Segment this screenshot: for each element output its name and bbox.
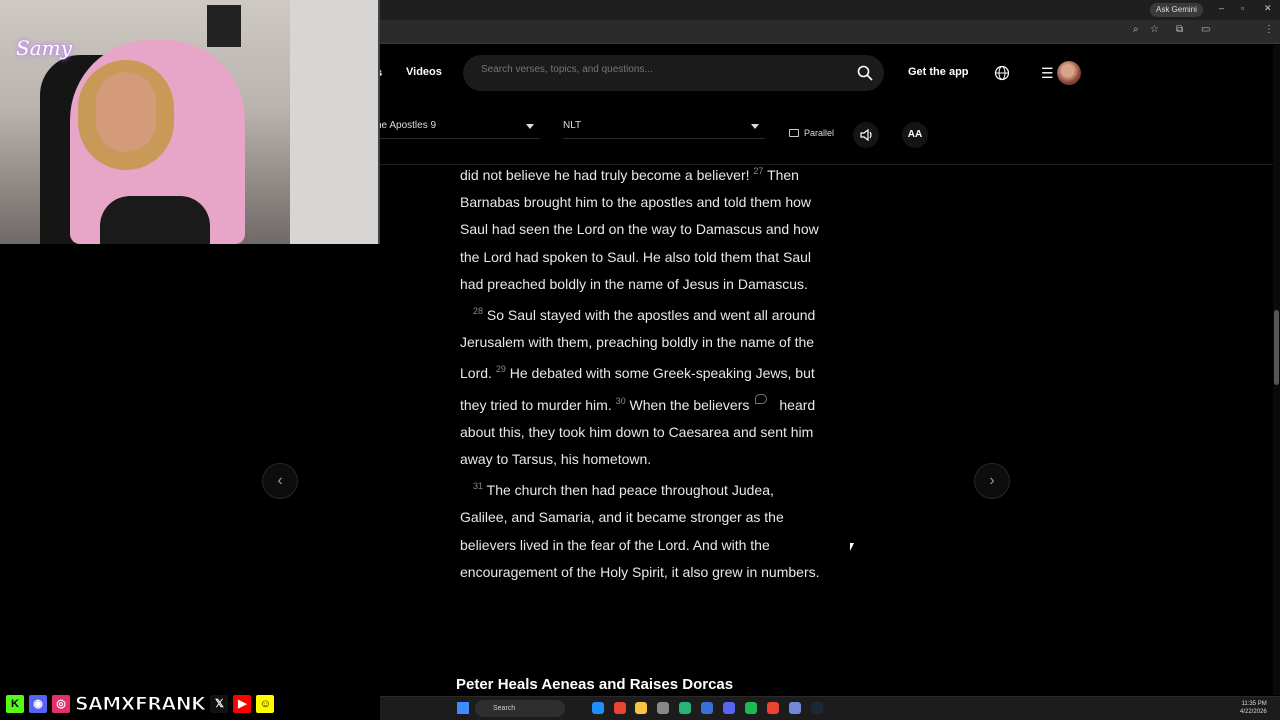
- taskbar-clock[interactable]: 11:35 PM 4/22/2026: [1240, 700, 1267, 716]
- discord-taskbar-icon[interactable]: [723, 702, 735, 714]
- discord-icon: ◉: [27, 693, 49, 715]
- speaker-icon: [860, 128, 872, 142]
- steam-icon[interactable]: [811, 702, 823, 714]
- verse-text: did not believe he had truly become a be…: [460, 167, 750, 183]
- extensions-icon[interactable]: ⧉: [1176, 24, 1183, 35]
- chrome-icon[interactable]: [614, 702, 626, 714]
- browser-menu-icon[interactable]: ⋮: [1264, 24, 1274, 35]
- zoom-icon[interactable]: ⌕: [1133, 24, 1139, 35]
- webcam-wall-frame: [207, 5, 241, 47]
- webcam-border: [378, 0, 380, 244]
- taskbar-search[interactable]: Search: [475, 700, 565, 717]
- verse-number-31[interactable]: 31: [473, 481, 483, 491]
- webcam-overlay: Samy: [0, 0, 380, 244]
- section-heading: Peter Heals Aeneas and Raises Dorcas: [456, 676, 734, 693]
- kick-icon: K: [4, 693, 26, 715]
- sidepanel-icon[interactable]: ▭: [1201, 24, 1210, 35]
- store-icon[interactable]: [657, 702, 669, 714]
- edge-icon[interactable]: [592, 702, 604, 714]
- paragraph-3: 31 The church then had peace throughout …: [460, 473, 820, 586]
- bible-reader: did not believe he had truly become a be…: [460, 158, 820, 586]
- hamburger-menu-icon[interactable]: ☰: [1041, 66, 1054, 80]
- windows-start-icon[interactable]: [457, 702, 469, 714]
- bookmark-star-icon[interactable]: ☆: [1150, 24, 1159, 35]
- app-icon[interactable]: [679, 702, 691, 714]
- version-label: NLT: [563, 120, 582, 131]
- streamer-logo: Samy: [16, 36, 72, 60]
- version-dropdown[interactable]: NLT: [563, 115, 765, 139]
- search-input[interactable]: [481, 64, 841, 75]
- chevron-down-icon: [526, 124, 534, 129]
- previous-chapter-button[interactable]: ‹: [262, 463, 298, 499]
- book-chapter-dropdown[interactable]: he Apostles 9: [376, 115, 540, 139]
- webcam-legs: [100, 196, 210, 244]
- parallel-label: Parallel: [804, 128, 835, 138]
- app-icon[interactable]: [701, 702, 713, 714]
- globe-icon[interactable]: [994, 65, 1010, 81]
- verse-text: Then Barnabas brought him to the apostle…: [460, 167, 819, 292]
- spotify-icon[interactable]: [745, 702, 757, 714]
- user-avatar[interactable]: [1057, 61, 1081, 85]
- maximize-button[interactable]: ▫: [1241, 3, 1244, 13]
- verse-number-28[interactable]: 28: [473, 306, 483, 316]
- nav-link-videos[interactable]: Videos: [406, 66, 442, 78]
- social-handle-bar: K ◉ ◎ SAMXFRANK 𝕏 ▶ ☺: [4, 691, 277, 717]
- chevron-down-icon: [751, 124, 759, 129]
- verse-number-30[interactable]: 30: [616, 396, 626, 406]
- clock-date: 4/22/2026: [1240, 709, 1267, 715]
- next-chapter-button[interactable]: ›: [974, 463, 1010, 499]
- windows-taskbar: Search 11:35 PM 4/22/2026: [380, 696, 1280, 720]
- mouse-cursor-icon: [850, 543, 854, 551]
- x-icon: 𝕏: [208, 693, 231, 715]
- webcam-face: [96, 72, 156, 152]
- verse-text: The church then had peace throughout Jud…: [460, 482, 820, 580]
- webcam-door: [290, 0, 380, 244]
- streamer-handle: SAMXFRANK: [74, 693, 206, 716]
- app-icon[interactable]: [789, 702, 801, 714]
- file-explorer-icon[interactable]: [635, 702, 647, 714]
- chrome-icon[interactable]: [767, 702, 779, 714]
- search-bar[interactable]: [463, 55, 884, 91]
- snapchat-icon: ☺: [254, 693, 277, 715]
- font-size-button[interactable]: AA: [902, 122, 928, 148]
- search-icon[interactable]: [856, 64, 874, 82]
- page-scrollbar[interactable]: [1273, 45, 1280, 695]
- instagram-icon: ◎: [50, 693, 72, 715]
- verse-text: When the believers: [629, 396, 750, 413]
- paragraph-1: did not believe he had truly become a be…: [460, 158, 820, 298]
- parallel-icon: [789, 129, 799, 137]
- parallel-button[interactable]: Parallel: [789, 128, 834, 138]
- footnote-icon[interactable]: [755, 393, 768, 404]
- close-button[interactable]: ✕: [1264, 3, 1272, 14]
- verse-number-29[interactable]: 29: [496, 364, 506, 374]
- book-chapter-label: he Apostles 9: [376, 120, 437, 131]
- scrollbar-thumb[interactable]: [1274, 310, 1279, 385]
- verse-number-27[interactable]: 27: [753, 166, 763, 176]
- audio-button[interactable]: [853, 122, 879, 148]
- minimize-button[interactable]: –: [1219, 3, 1224, 13]
- ask-gemini-button[interactable]: Ask Gemini: [1150, 3, 1203, 17]
- clock-time: 11:35 PM: [1241, 701, 1267, 707]
- paragraph-2: 28 So Saul stayed with the apostles and …: [460, 298, 820, 473]
- youtube-icon: ▶: [231, 693, 254, 715]
- get-the-app-link[interactable]: Get the app: [908, 66, 969, 78]
